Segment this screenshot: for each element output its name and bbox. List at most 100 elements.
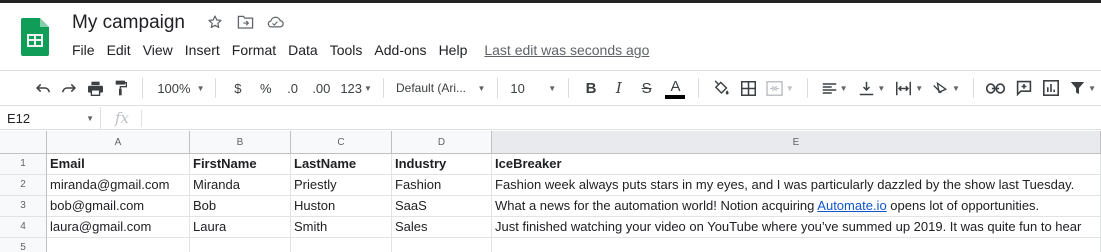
percent-format-button[interactable]: %: [252, 76, 280, 100]
spreadsheet-grid: A B C D E 1 Email FirstName LastName Ind…: [0, 131, 1101, 252]
cell[interactable]: What a news for the automation world! No…: [492, 196, 1101, 217]
bold-button[interactable]: B: [577, 76, 605, 100]
cell[interactable]: SaaS: [392, 196, 492, 217]
document-title[interactable]: My campaign: [72, 12, 185, 34]
redo-icon[interactable]: [55, 76, 83, 100]
cell[interactable]: Sales: [392, 217, 492, 238]
cell[interactable]: IceBreaker: [492, 154, 1101, 175]
paint-format-icon[interactable]: [109, 76, 135, 100]
cell[interactable]: Huston: [291, 196, 392, 217]
fill-color-icon[interactable]: [707, 76, 735, 100]
cell[interactable]: Fashion: [392, 175, 492, 196]
row-header[interactable]: 2: [0, 175, 47, 196]
cell[interactable]: FirstName: [190, 154, 291, 175]
print-icon[interactable]: [83, 76, 109, 100]
toolbar-divider: [698, 78, 700, 98]
more-formats-select[interactable]: 123 ▼: [337, 76, 375, 100]
more-formats-label: 123: [340, 80, 363, 96]
menu-tools[interactable]: Tools: [330, 42, 363, 58]
insert-link-icon[interactable]: [982, 76, 1010, 100]
text-color-swatch: [665, 94, 686, 99]
italic-button[interactable]: I: [605, 76, 633, 100]
menu-help[interactable]: Help: [439, 42, 468, 58]
toolbar-divider: [568, 78, 570, 98]
column-header-b[interactable]: B: [190, 131, 291, 154]
cell-text: What a news for the automation world! No…: [495, 198, 818, 213]
cell[interactable]: LastName: [291, 154, 392, 175]
text-color-letter: A: [670, 77, 681, 95]
font-family-select[interactable]: Default (Ari... ▼: [392, 76, 489, 100]
cell[interactable]: laura@gmail.com: [47, 217, 190, 238]
cell[interactable]: Laura: [190, 217, 291, 238]
zoom-value: 100%: [157, 80, 191, 96]
cell[interactable]: [190, 238, 291, 252]
cell[interactable]: Email: [47, 154, 190, 175]
sheets-logo-icon[interactable]: [21, 18, 49, 56]
text-wrapping-icon[interactable]: ▼: [891, 76, 927, 100]
cell[interactable]: [47, 238, 190, 252]
row-header[interactable]: 1: [0, 154, 47, 175]
cell[interactable]: Bob: [190, 196, 291, 217]
cell[interactable]: [392, 238, 492, 252]
cell[interactable]: [492, 238, 1101, 252]
row-header[interactable]: 5: [0, 238, 47, 252]
row-header[interactable]: 3: [0, 196, 47, 217]
toolbar-divider: [383, 78, 384, 98]
menu-file[interactable]: File: [72, 42, 95, 58]
vertical-align-icon[interactable]: ▼: [854, 76, 892, 100]
menu-addons[interactable]: Add-ons: [374, 42, 426, 58]
name-box[interactable]: E12 ▼: [0, 106, 101, 130]
cell[interactable]: [291, 238, 392, 252]
move-to-folder-icon[interactable]: [236, 13, 254, 31]
cell[interactable]: Smith: [291, 217, 392, 238]
column-header-d[interactable]: D: [392, 131, 492, 154]
menu-view[interactable]: View: [143, 42, 173, 58]
toolbar-divider: [972, 78, 974, 98]
cell[interactable]: Industry: [392, 154, 492, 175]
undo-icon[interactable]: [33, 76, 55, 100]
font-size-select[interactable]: 10 ▼: [506, 76, 560, 100]
text-rotation-icon[interactable]: ▼: [927, 76, 965, 100]
last-edit-link[interactable]: Last edit was seconds ago: [484, 42, 649, 58]
cell[interactable]: Miranda: [190, 175, 291, 196]
menu-data[interactable]: Data: [288, 42, 318, 58]
table-row: 3 bob@gmail.com Bob Huston SaaS What a n…: [0, 196, 1101, 217]
decrease-decimal-label: .0: [287, 80, 298, 96]
chevron-down-icon: ▼: [477, 83, 486, 93]
insert-chart-icon[interactable]: [1037, 76, 1065, 100]
cell[interactable]: Just finished watching your video on You…: [492, 217, 1101, 238]
font-size-value: 10: [510, 80, 525, 96]
filter-icon[interactable]: ▼: [1065, 76, 1101, 100]
cell-link[interactable]: Automate.io: [817, 198, 886, 213]
toolbar: 100% ▼ $ % .0 .00 123 ▼ Default (Ari... ▼ 1…: [0, 70, 1101, 106]
chevron-down-icon: ▼: [877, 83, 886, 93]
text-color-button[interactable]: A: [661, 75, 691, 101]
strikethrough-button[interactable]: S: [633, 76, 661, 100]
column-header-a[interactable]: A: [47, 131, 190, 154]
insert-comment-icon[interactable]: [1010, 76, 1038, 100]
zoom-select[interactable]: 100% ▼: [151, 76, 207, 100]
borders-icon[interactable]: [735, 76, 761, 100]
menu-edit[interactable]: Edit: [107, 42, 131, 58]
column-header-c[interactable]: C: [291, 131, 392, 154]
cell[interactable]: bob@gmail.com: [47, 196, 190, 217]
table-row: 2 miranda@gmail.com Miranda Priestly Fas…: [0, 175, 1101, 196]
horizontal-align-icon[interactable]: ▼: [816, 76, 854, 100]
increase-decimal-button[interactable]: .00: [305, 76, 337, 100]
merge-cells-icon[interactable]: ▼: [761, 76, 799, 100]
star-icon[interactable]: [206, 13, 224, 31]
cell[interactable]: Fashion week always puts stars in my eye…: [492, 175, 1101, 196]
chevron-down-icon: ▼: [86, 113, 94, 123]
cell[interactable]: miranda@gmail.com: [47, 175, 190, 196]
cloud-status-icon[interactable]: [266, 13, 284, 31]
formula-input[interactable]: [142, 108, 1101, 129]
currency-format-button[interactable]: $: [224, 76, 252, 100]
chevron-down-icon: ▼: [548, 83, 557, 93]
decrease-decimal-button[interactable]: .0: [280, 76, 306, 100]
column-header-e[interactable]: E: [492, 131, 1101, 154]
cell[interactable]: Priestly: [291, 175, 392, 196]
menu-format[interactable]: Format: [232, 42, 276, 58]
menu-insert[interactable]: Insert: [185, 42, 220, 58]
row-header[interactable]: 4: [0, 217, 47, 238]
select-all-corner[interactable]: [0, 131, 47, 154]
